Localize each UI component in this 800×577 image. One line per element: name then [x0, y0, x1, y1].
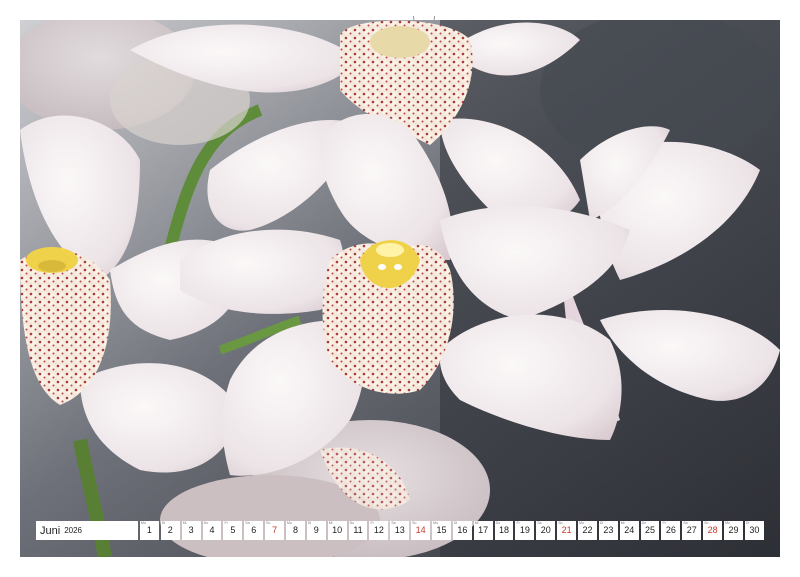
day-number: 30: [749, 525, 760, 535]
day-cell: Sa 20: [536, 521, 556, 540]
day-number: 5: [230, 525, 236, 535]
day-cell: Fr 5: [223, 521, 243, 540]
day-cell: So 21: [557, 521, 577, 540]
day-number: 20: [540, 525, 551, 535]
day-cell: Mi 3: [181, 521, 201, 540]
day-number: 27: [686, 525, 697, 535]
month-name: Juni: [40, 524, 61, 537]
day-number: 2: [167, 525, 173, 535]
day-number: 17: [478, 525, 489, 535]
day-number: 7: [272, 525, 278, 535]
day-cell: Di 30: [744, 521, 764, 540]
day-cell: Do 11: [348, 521, 368, 540]
month-label: Juni 2026: [36, 521, 138, 540]
day-number: 11: [353, 525, 363, 535]
day-cell: So 28: [703, 521, 723, 540]
day-number: 10: [332, 525, 343, 535]
day-number: 21: [561, 525, 572, 535]
day-number: 16: [457, 525, 468, 535]
day-cell: Mo 22: [578, 521, 597, 540]
orchid-photo: [20, 20, 780, 557]
day-cell: Mo 8: [286, 521, 305, 540]
day-cell: Sa 13: [390, 521, 410, 540]
day-number: 19: [519, 525, 530, 535]
year-label: 2026: [64, 526, 82, 535]
day-number: 13: [394, 525, 405, 535]
day-cell: Fr 12: [369, 521, 389, 540]
day-number: 9: [313, 525, 319, 535]
day-cell: Di 16: [452, 521, 472, 540]
day-number: 23: [603, 525, 614, 535]
day-number: 8: [292, 525, 298, 535]
day-number: 25: [645, 525, 656, 535]
day-number: 24: [624, 525, 635, 535]
day-cell: Di 23: [598, 521, 618, 540]
day-cell: Di 9: [306, 521, 326, 540]
day-number: 26: [665, 525, 676, 535]
day-cell: Mo 15: [432, 521, 451, 540]
day-number: 4: [209, 525, 215, 535]
day-cell: Sa 27: [682, 521, 702, 540]
day-cell: Fr 26: [661, 521, 681, 540]
day-number: 18: [499, 525, 510, 535]
day-cell: Mo 29: [724, 521, 743, 540]
day-number: 14: [415, 525, 426, 535]
day-number: 3: [188, 525, 194, 535]
day-cell: So 7: [265, 521, 285, 540]
day-cell: Di 2: [160, 521, 180, 540]
day-cell: So 14: [411, 521, 431, 540]
day-cell: Mo 1: [140, 521, 159, 540]
day-cell: Fr 19: [515, 521, 535, 540]
calendar-strip: Juni 2026 Mo 1 Di 2 Mi 3 Do 4 Fr 5 Sa 6 So 7 Mo 8 Di 9 Mi 1…: [36, 521, 764, 540]
day-cell: Mi 24: [619, 521, 639, 540]
day-number: 22: [582, 525, 593, 535]
day-row: Mo 1 Di 2 Mi 3 Do 4 Fr 5 Sa 6 So 7 Mo 8 Di 9 Mi 10 Do 11 Fr 12 S…: [140, 521, 764, 540]
day-cell: Sa 6: [244, 521, 264, 540]
day-number: 12: [373, 525, 384, 535]
day-cell: Mi 10: [327, 521, 347, 540]
day-cell: Mi 17: [473, 521, 493, 540]
day-cell: Do 18: [494, 521, 514, 540]
day-number: 6: [251, 525, 257, 535]
day-cell: Do 4: [202, 521, 222, 540]
day-number: 28: [707, 525, 718, 535]
day-cell: Do 25: [640, 521, 660, 540]
day-number: 1: [146, 525, 152, 535]
day-number: 29: [728, 525, 739, 535]
day-number: 15: [436, 525, 447, 535]
